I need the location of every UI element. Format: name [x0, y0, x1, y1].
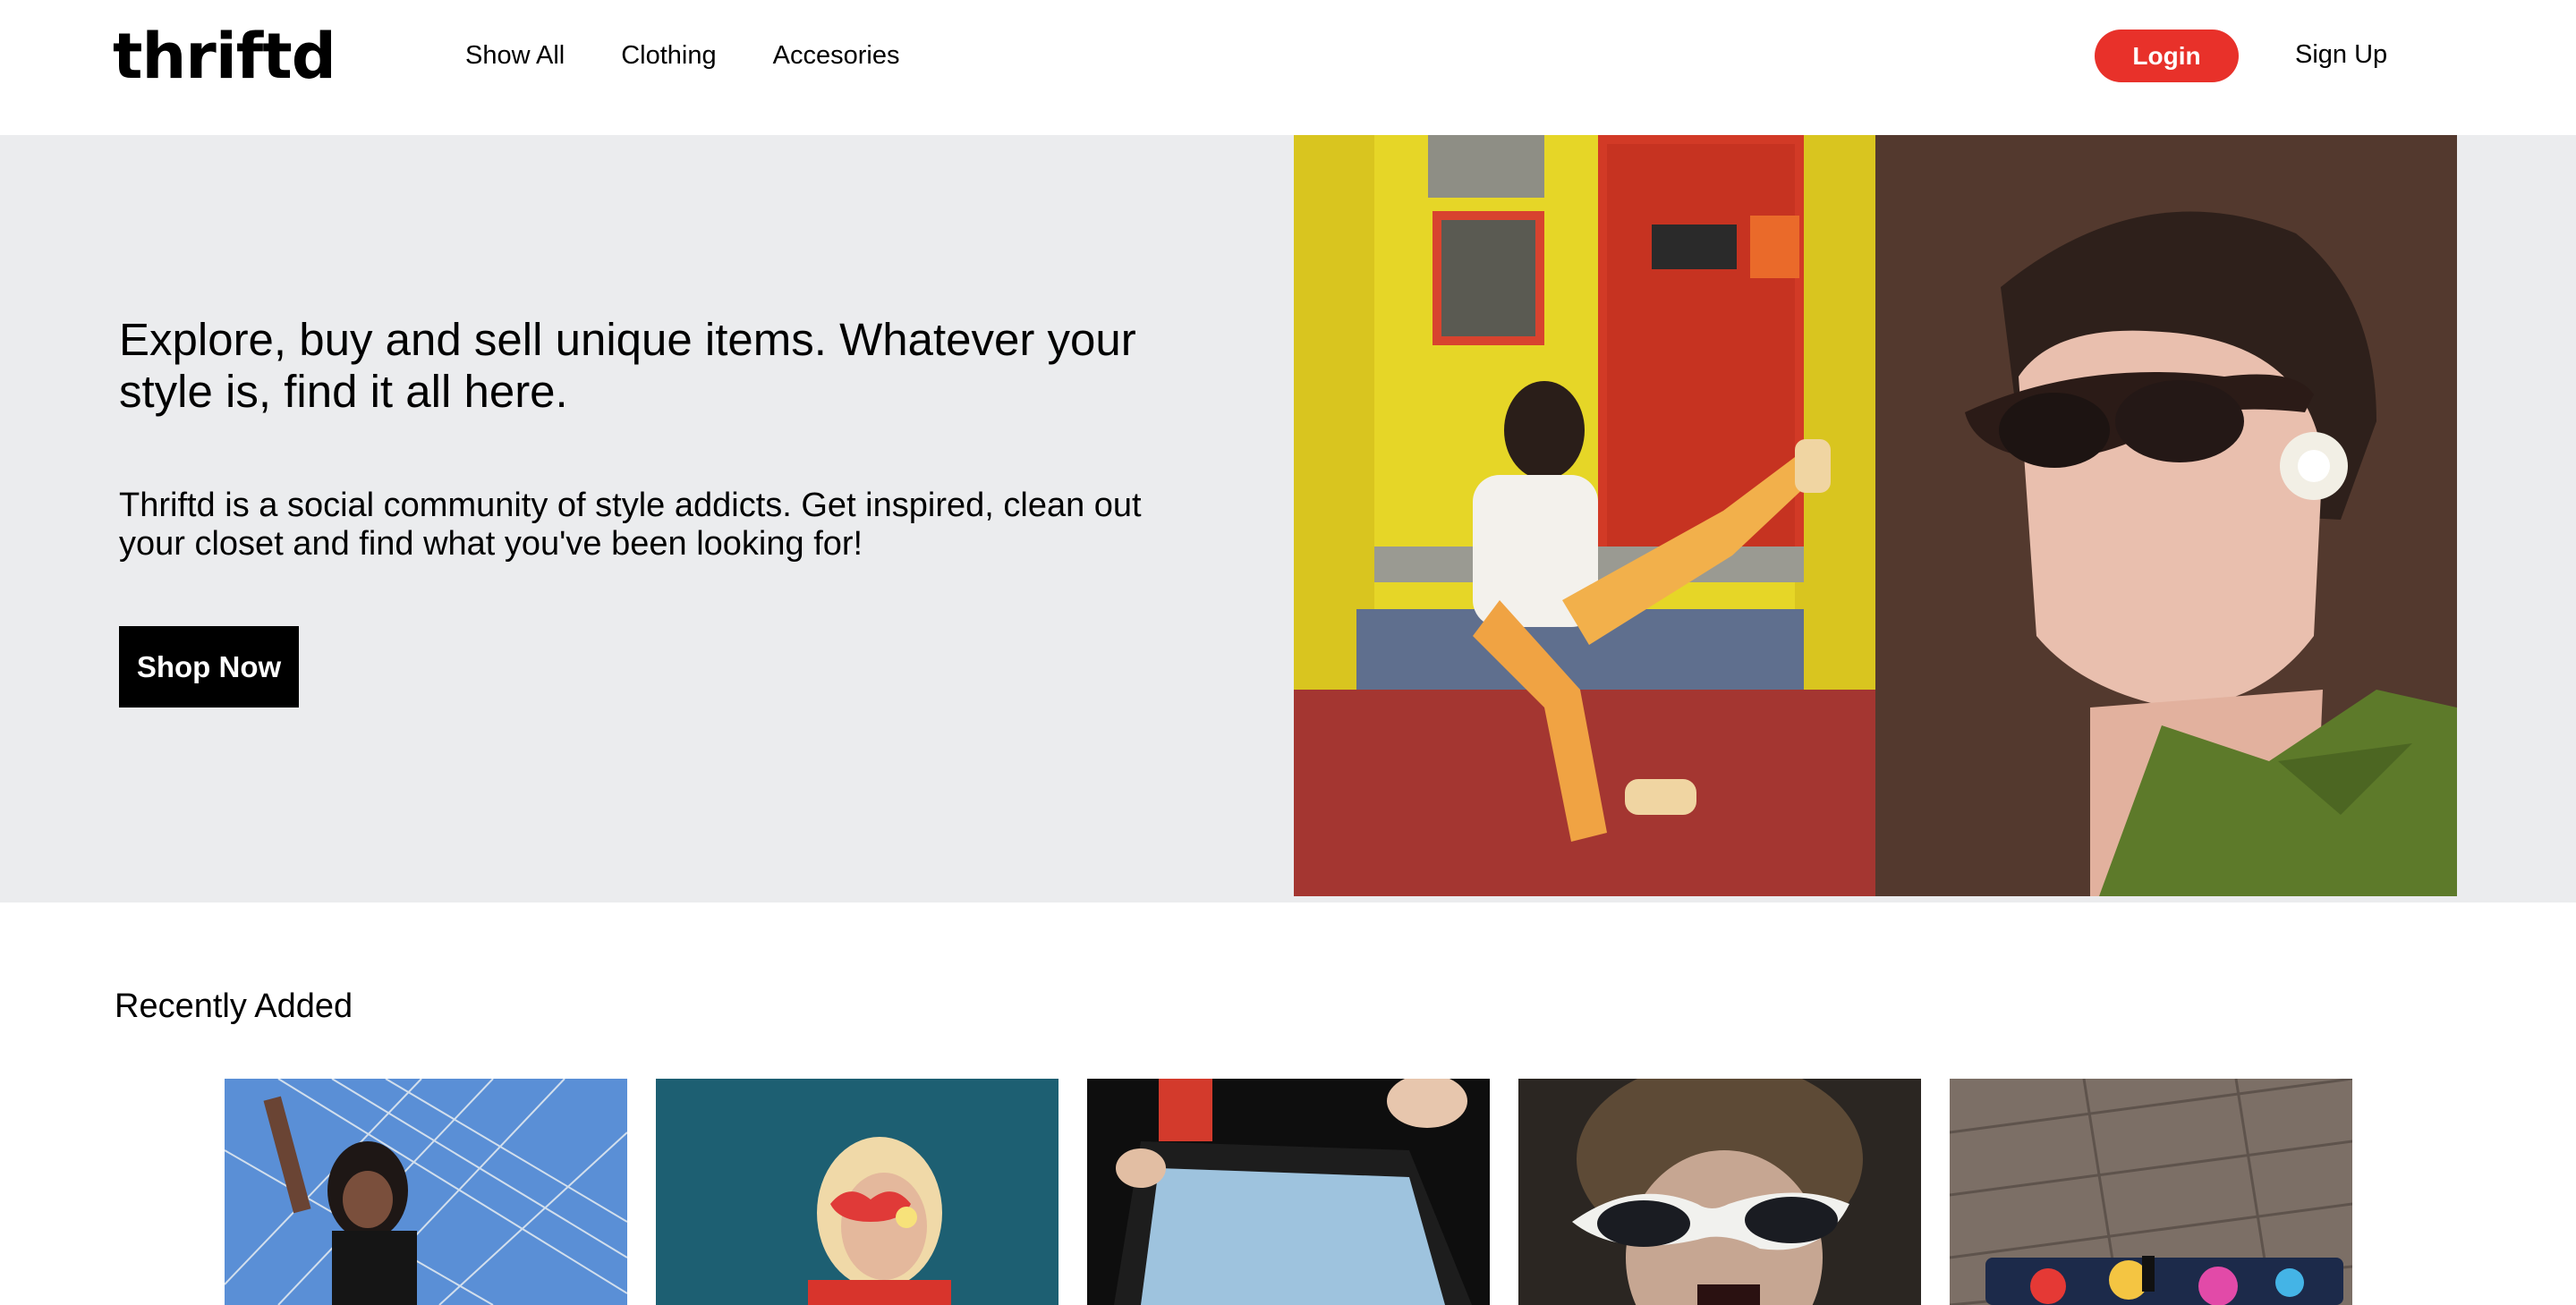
shop-now-button[interactable]: Shop Now [119, 626, 299, 708]
login-button[interactable]: Login [2095, 30, 2239, 82]
top-navbar: thriftd Show All Clothing Accesories Log… [0, 0, 2576, 135]
product-image-woman-heart-sunglasses [656, 1079, 1058, 1305]
hero-title: Explore, buy and sell unique items. What… [119, 314, 1136, 417]
product-image-tv-static [1087, 1079, 1490, 1305]
product-card-5[interactable] [1950, 1079, 2352, 1305]
product-card-2[interactable] [656, 1079, 1058, 1305]
hero-image-doorway [1294, 135, 1875, 896]
nav-link-clothing[interactable]: Clothing [621, 41, 716, 71]
product-card-3[interactable] [1087, 1079, 1490, 1305]
hero-subtitle: Thriftd is a social community of style a… [119, 487, 1142, 563]
product-image-patterned-wallet [1950, 1079, 2352, 1305]
nav-link-show-all[interactable]: Show All [465, 41, 565, 71]
hero-section: Explore, buy and sell unique items. What… [0, 135, 2576, 902]
main-nav: Show All Clothing Accesories [465, 41, 899, 71]
recently-added-title: Recently Added [115, 987, 353, 1025]
product-card-4[interactable] [1518, 1079, 1921, 1305]
brand-logo[interactable]: thriftd [113, 20, 336, 93]
hero-image-sunglasses [1875, 135, 2457, 896]
nav-link-accessories[interactable]: Accesories [773, 41, 900, 71]
signup-link[interactable]: Sign Up [2295, 40, 2387, 70]
product-image-woman-cateye-sunglasses [1518, 1079, 1921, 1305]
product-image-woman-fence [225, 1079, 627, 1305]
product-card-1[interactable] [225, 1079, 627, 1305]
